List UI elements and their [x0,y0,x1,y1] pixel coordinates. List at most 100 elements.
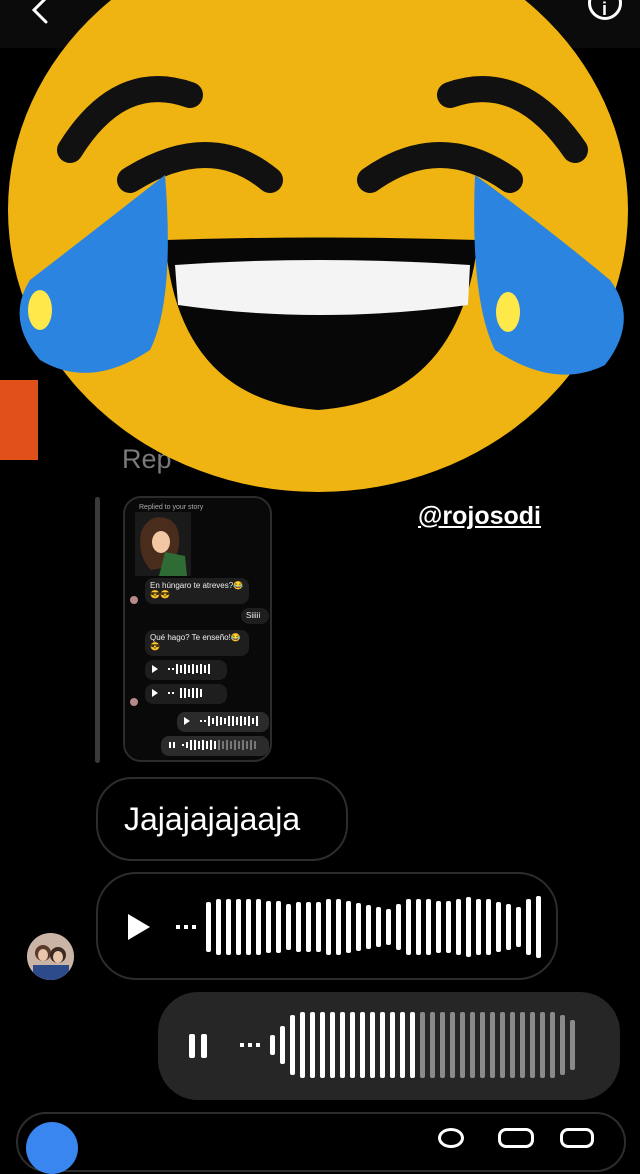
waveform-bar [496,902,501,952]
waveform-bar [346,901,351,953]
waveform-bar [516,907,521,947]
waveform-bar [366,905,371,949]
waveform-bar [316,902,321,952]
waveform-bar [270,1035,275,1055]
waveform-bar [376,907,381,947]
waveform-bar [560,1015,565,1075]
waveform-dot [176,925,180,929]
waveform-bar [536,896,541,958]
waveform-bar [500,1012,505,1078]
waveform-bar [266,901,271,953]
waveform-bar [416,899,421,955]
waveform-bar [336,899,341,955]
waveform-bar [426,899,431,955]
waveform-bar [490,1012,495,1078]
story-preview[interactable]: Replied to your story En húngaro te atre… [123,496,272,762]
waveform-bar [520,1012,525,1078]
waveform-bar [506,904,511,950]
waveform-bar [306,902,311,952]
waveform-bar [276,901,281,953]
play-icon[interactable] [124,912,154,942]
waveform-bar [456,899,461,955]
waveform-bar [410,1012,415,1078]
waveform-dot [184,925,188,929]
waveform-bar [236,899,241,955]
story-voice-3 [177,712,269,732]
camera-icon[interactable] [26,1122,78,1174]
sticker-icon[interactable] [560,1128,594,1148]
waveform-bar [386,909,391,945]
pause-icon[interactable] [188,1032,210,1060]
waveform-bar [406,899,411,955]
waveform-bar [510,1012,515,1078]
waveform-bar [360,1012,365,1078]
waveform-bar [326,899,331,955]
waveform-bar [440,1012,445,1078]
waveform-bar [286,904,291,950]
message-text: Jajajajajaaja [124,801,301,837]
waveform-bar [226,899,231,955]
waveform-bar [450,1012,455,1078]
message-composer[interactable] [16,1112,626,1172]
waveform-bar [280,1026,285,1064]
story-mention-link[interactable]: @rojosodi [418,502,541,531]
story-message-2: Siiiii [241,608,269,624]
chevron-left-icon[interactable] [26,0,54,24]
waveform-dot [248,1043,252,1047]
gallery-icon[interactable] [498,1128,534,1148]
voice-waveform [176,896,541,958]
story-voice-1 [145,660,227,680]
waveform-bar [526,899,531,955]
tears-of-joy-emoji-sticker [0,0,628,492]
waveform-bar [256,899,261,955]
waveform-bar [550,1012,555,1078]
waveform-bar [430,1012,435,1078]
waveform-bar [310,1012,315,1078]
waveform-bar [420,1012,425,1078]
waveform-bar [296,902,301,952]
voice-waveform [240,1012,575,1078]
waveform-bar [216,899,221,955]
waveform-bar [350,1012,355,1078]
microphone-icon[interactable] [438,1128,464,1148]
incoming-text-bubble[interactable]: Jajajajajaaja [96,777,348,861]
story-header: Replied to your story [139,504,204,511]
waveform-bar [470,1012,475,1078]
waveform-bar [246,899,251,955]
waveform-bar [530,1012,535,1078]
waveform-bar [356,903,361,951]
waveform-bar [380,1012,385,1078]
waveform-bar [340,1012,345,1078]
waveform-bar [400,1012,405,1078]
waveform-bar [290,1015,295,1075]
outgoing-voice-message[interactable] [158,992,620,1100]
waveform-bar [330,1012,335,1078]
waveform-bar [460,1012,465,1078]
reply-indicator-line [95,497,100,763]
story-avatar-dot [130,596,138,604]
waveform-bar [436,901,441,953]
waveform-bar [370,1012,375,1078]
story-voice-2 [145,684,227,704]
waveform-bar [540,1012,545,1078]
waveform-bar [570,1020,575,1070]
waveform-bar [466,897,471,957]
waveform-bar [480,1012,485,1078]
waveform-bar [446,901,451,953]
waveform-bar [486,899,491,955]
waveform-bar [320,1012,325,1078]
waveform-dot [240,1043,244,1047]
sender-avatar[interactable] [27,933,74,980]
waveform-bar [476,899,481,955]
incoming-voice-message[interactable] [96,872,558,980]
waveform-bar [300,1012,305,1078]
waveform-bar [206,902,211,952]
story-cartoon-image [135,512,191,576]
story-message-1: En húngaro te atreves?😂😎😎 [145,578,249,604]
waveform-bar [396,904,401,950]
waveform-dot [192,925,196,929]
story-voice-4 [161,736,269,756]
waveform-bar [390,1012,395,1078]
waveform-dot [256,1043,260,1047]
story-avatar-dot [130,698,138,706]
